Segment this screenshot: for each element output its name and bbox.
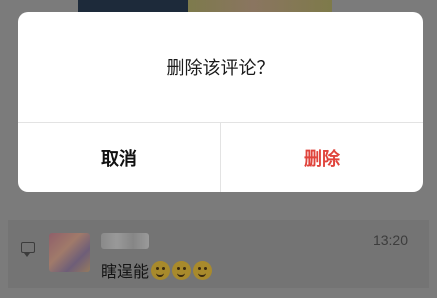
dialog-message: 删除该评论？ bbox=[166, 58, 275, 79]
dialog-actions: 取消 删除 bbox=[18, 123, 423, 192]
thinking-emoji-icon bbox=[193, 260, 213, 280]
commenter-name-blurred bbox=[101, 233, 149, 249]
comment-text-row: 瞎逞能 bbox=[101, 258, 213, 282]
comment-item[interactable]: 13:20 瞎逞能 bbox=[8, 220, 429, 288]
comment-time: 13:20 bbox=[372, 232, 408, 248]
thinking-emoji-icon bbox=[151, 260, 171, 280]
cancel-button[interactable]: 取消 bbox=[18, 123, 220, 192]
thinking-emoji-icon bbox=[172, 260, 192, 280]
comment-text: 瞎逞能 bbox=[101, 262, 150, 281]
delete-button[interactable]: 删除 bbox=[221, 123, 423, 192]
avatar[interactable] bbox=[49, 233, 90, 272]
delete-comment-dialog: 删除该评论？ 取消 删除 bbox=[18, 12, 423, 192]
comment-icon bbox=[21, 242, 35, 257]
